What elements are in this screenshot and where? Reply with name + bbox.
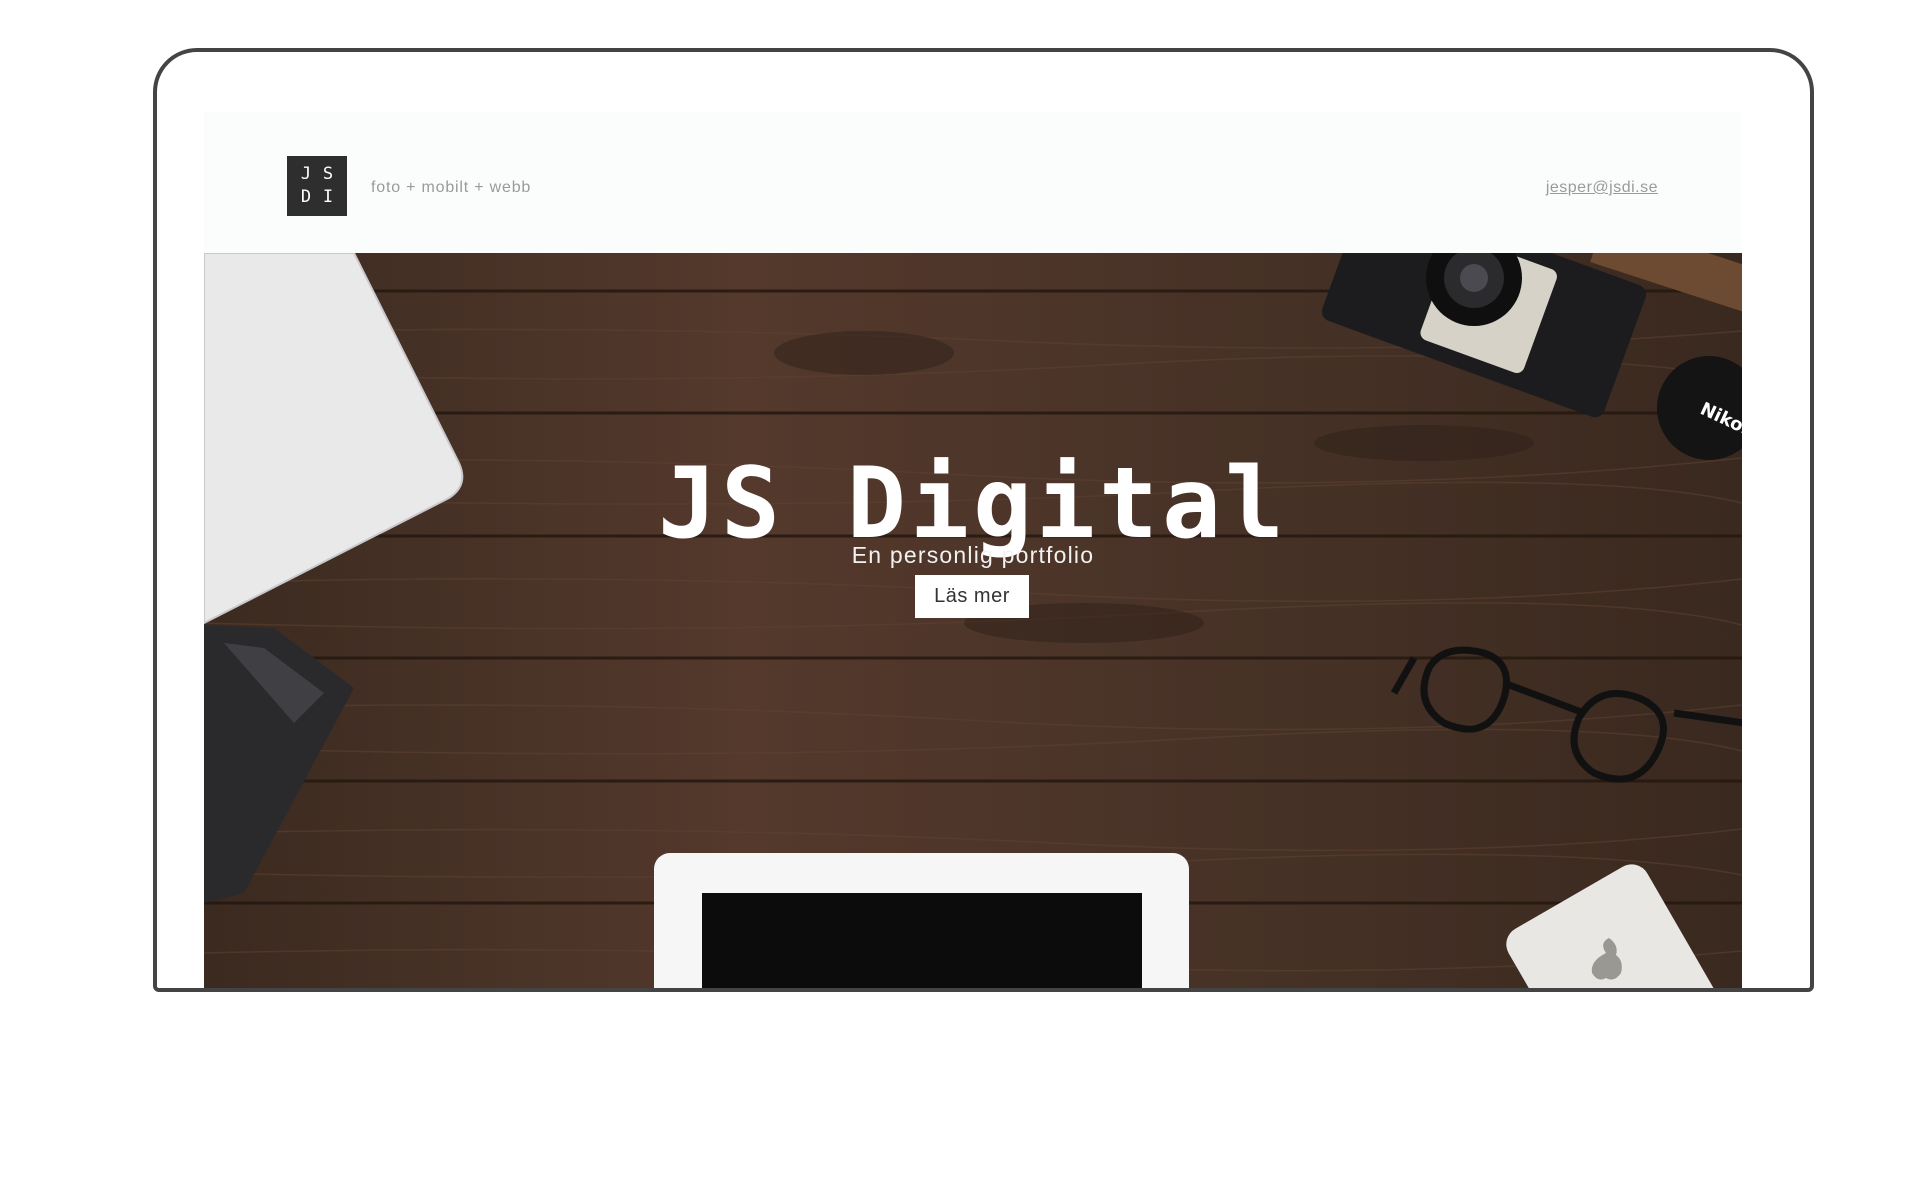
hero-background-photo: Nikon <box>204 253 1742 988</box>
logo-letter: S <box>322 164 334 184</box>
tagline: foto + mobilt + webb <box>371 179 532 196</box>
hero-section: Nikon JS Digital En personlig portfolio … <box>204 253 1742 988</box>
hero-subtitle: En personlig portfolio <box>851 542 1095 568</box>
logo[interactable]: J S D I <box>287 156 347 216</box>
logo-letter: J <box>300 164 312 184</box>
email-link[interactable]: jesper@jsdi.se <box>1546 179 1658 197</box>
read-more-button[interactable]: Läs mer <box>915 575 1029 618</box>
site-header: J S D I foto + mobilt + webb jesper@jsdi… <box>204 112 1742 253</box>
tablet-image <box>654 853 1189 988</box>
logo-letter: I <box>322 187 334 207</box>
logo-letter: D <box>300 187 312 207</box>
device-frame: J S D I foto + mobilt + webb jesper@jsdi… <box>153 48 1814 992</box>
website-screen: J S D I foto + mobilt + webb jesper@jsdi… <box>204 112 1742 988</box>
